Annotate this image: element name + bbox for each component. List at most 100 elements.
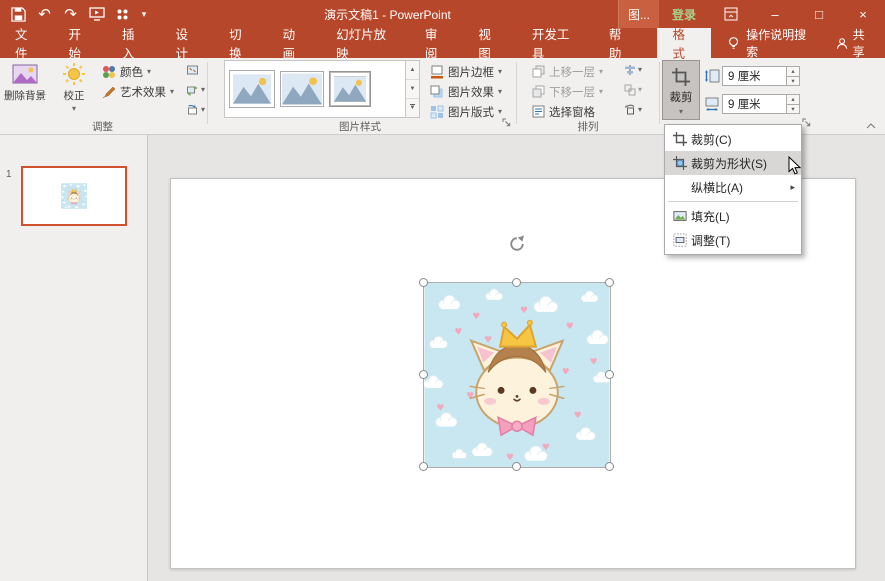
close-button[interactable]: ×	[841, 0, 885, 28]
picture-border-button[interactable]: 图片边框 ▾	[430, 62, 502, 81]
tab-help[interactable]: 帮助	[594, 28, 648, 58]
picture-style-thumbnail-3[interactable]	[329, 71, 371, 107]
fit-icon	[669, 233, 691, 247]
compress-picture-button[interactable]	[186, 64, 199, 76]
collapse-ribbon-button[interactable]	[866, 118, 876, 132]
picture-effects-button[interactable]: 图片效果 ▾	[430, 82, 502, 101]
width-icon	[704, 96, 720, 115]
resize-handle-bottom-center[interactable]	[512, 462, 521, 471]
rotate-objects-icon	[624, 104, 636, 116]
menu-item-label: 填充(L)	[691, 208, 730, 225]
menu-item-label: 裁剪为形状(S)	[691, 155, 767, 172]
customize-quick-access-button[interactable]: ▾	[136, 2, 152, 26]
mouse-cursor	[788, 156, 801, 179]
shape-height-spinner[interactable]: 9 厘米 ▴ ▾	[722, 66, 800, 86]
caret-down-icon: ▾	[498, 88, 502, 96]
slide-thumbnail-1[interactable]	[21, 166, 127, 226]
start-slideshow-button[interactable]	[84, 2, 109, 26]
undo-button[interactable]: ↶	[32, 2, 57, 26]
picture-style-thumbnail-1[interactable]	[229, 70, 275, 108]
corrections-button[interactable]: 校正 ▾	[52, 58, 96, 118]
tab-transitions[interactable]: 切换	[214, 28, 268, 58]
caret-down-icon: ▾	[498, 108, 502, 116]
shape-height-value[interactable]: 9 厘米	[723, 67, 786, 85]
tab-insert[interactable]: 插入	[107, 28, 161, 58]
reset-picture-button[interactable]: ▾	[186, 104, 205, 116]
resize-handle-bottom-right[interactable]	[605, 462, 614, 471]
menu-item-crop-to-shape[interactable]: 裁剪为形状(S) ▸	[665, 151, 801, 175]
tab-review[interactable]: 审阅	[410, 28, 464, 58]
height-steppers: ▴ ▾	[786, 67, 799, 85]
send-backward-button[interactable]: 下移一层 ▾	[532, 82, 603, 101]
crop-button[interactable]: 裁剪 ▾	[662, 60, 700, 120]
caret-down-icon: ▾	[201, 106, 205, 114]
crop-label: 裁剪	[670, 89, 693, 105]
resize-handle-top-right[interactable]	[605, 278, 614, 287]
selected-picture[interactable]	[424, 283, 610, 467]
gallery-scroll-down-button[interactable]: ▼	[406, 80, 419, 99]
tell-me-label: 操作说明搜索	[746, 26, 813, 60]
menu-item-aspect-ratio[interactable]: 纵横比(A) ▸	[665, 175, 801, 199]
tab-animations[interactable]: 动画	[268, 28, 322, 58]
remove-background-button[interactable]: 删除背景	[2, 58, 48, 118]
caret-down-icon: ▾	[170, 88, 174, 96]
sign-in-button[interactable]: 登录	[659, 6, 709, 23]
width-step-down-button[interactable]: ▾	[787, 105, 799, 114]
width-step-up-button[interactable]: ▴	[787, 95, 799, 105]
tab-developer[interactable]: 开发工具	[517, 28, 594, 58]
menu-item-fit[interactable]: 调整(T)	[665, 228, 801, 252]
save-button[interactable]	[6, 2, 31, 26]
gallery-more-button[interactable]: ▼	[406, 99, 419, 117]
tab-design[interactable]: 设计	[161, 28, 215, 58]
align-button[interactable]: ▾	[624, 64, 642, 76]
menu-item-fill[interactable]: 填充(L)	[665, 204, 801, 228]
height-step-up-button[interactable]: ▴	[787, 67, 799, 77]
touch-mode-button[interactable]	[110, 2, 135, 26]
group-separator	[207, 62, 208, 124]
picture-style-thumbnail-2[interactable]	[280, 71, 324, 107]
shape-width-spinner[interactable]: 9 厘米 ▴ ▾	[722, 94, 800, 114]
group-label-arrange: 排列	[518, 119, 658, 134]
caret-down-icon: ▾	[638, 86, 642, 94]
resize-handle-middle-left[interactable]	[419, 370, 428, 379]
share-button[interactable]: 共享	[826, 28, 885, 58]
rotation-handle[interactable]	[508, 234, 526, 255]
resize-handle-middle-right[interactable]	[605, 370, 614, 379]
gallery-scroll-up-button[interactable]: ▲	[406, 61, 419, 80]
resize-handle-top-center[interactable]	[512, 278, 521, 287]
tab-format[interactable]: 格式	[657, 28, 711, 58]
maximize-button[interactable]: □	[797, 0, 841, 28]
group-objects-button[interactable]: ▾	[624, 84, 642, 96]
ribbon-display-options-button[interactable]	[709, 0, 753, 28]
titlebar-right: 图... 登录 – □ ×	[618, 0, 885, 28]
menu-item-crop[interactable]: 裁剪(C)	[665, 127, 801, 151]
redo-button[interactable]: ↷	[58, 2, 83, 26]
tab-view[interactable]: 视图	[463, 28, 517, 58]
artistic-effects-icon	[102, 85, 116, 99]
tab-home[interactable]: 开始	[54, 28, 108, 58]
resize-handle-top-left[interactable]	[419, 278, 428, 287]
picture-effects-label: 图片效果	[448, 84, 494, 100]
minimize-button[interactable]: –	[753, 0, 797, 28]
crop-dropdown-menu: 裁剪(C) 裁剪为形状(S) ▸ 纵横比(A) ▸ 填充(L) 调整(T)	[664, 124, 802, 255]
rotate-objects-button[interactable]: ▾	[624, 104, 642, 116]
bring-forward-button[interactable]: 上移一层 ▾	[532, 62, 603, 81]
tell-me-search[interactable]: 操作说明搜索	[715, 28, 826, 58]
menu-separator	[668, 201, 798, 202]
resize-handle-bottom-left[interactable]	[419, 462, 428, 471]
color-label: 颜色	[120, 64, 143, 80]
artistic-effects-button[interactable]: 艺术效果 ▾	[102, 82, 174, 101]
change-picture-button[interactable]: ▾	[186, 84, 205, 96]
send-backward-label: 下移一层	[549, 84, 595, 100]
touch-mode-icon	[116, 8, 129, 21]
width-steppers: ▴ ▾	[786, 95, 799, 113]
reset-picture-icon	[186, 104, 199, 116]
tab-slideshow[interactable]: 幻灯片放映	[321, 28, 410, 58]
color-button[interactable]: 颜色 ▾	[102, 62, 151, 81]
height-step-down-button[interactable]: ▾	[787, 77, 799, 86]
caret-down-icon: ▾	[599, 88, 603, 96]
group-separator	[516, 62, 517, 124]
tab-file[interactable]: 文件	[0, 28, 54, 58]
shape-width-value[interactable]: 9 厘米	[723, 95, 786, 113]
size-dialog-launcher[interactable]	[802, 116, 811, 130]
